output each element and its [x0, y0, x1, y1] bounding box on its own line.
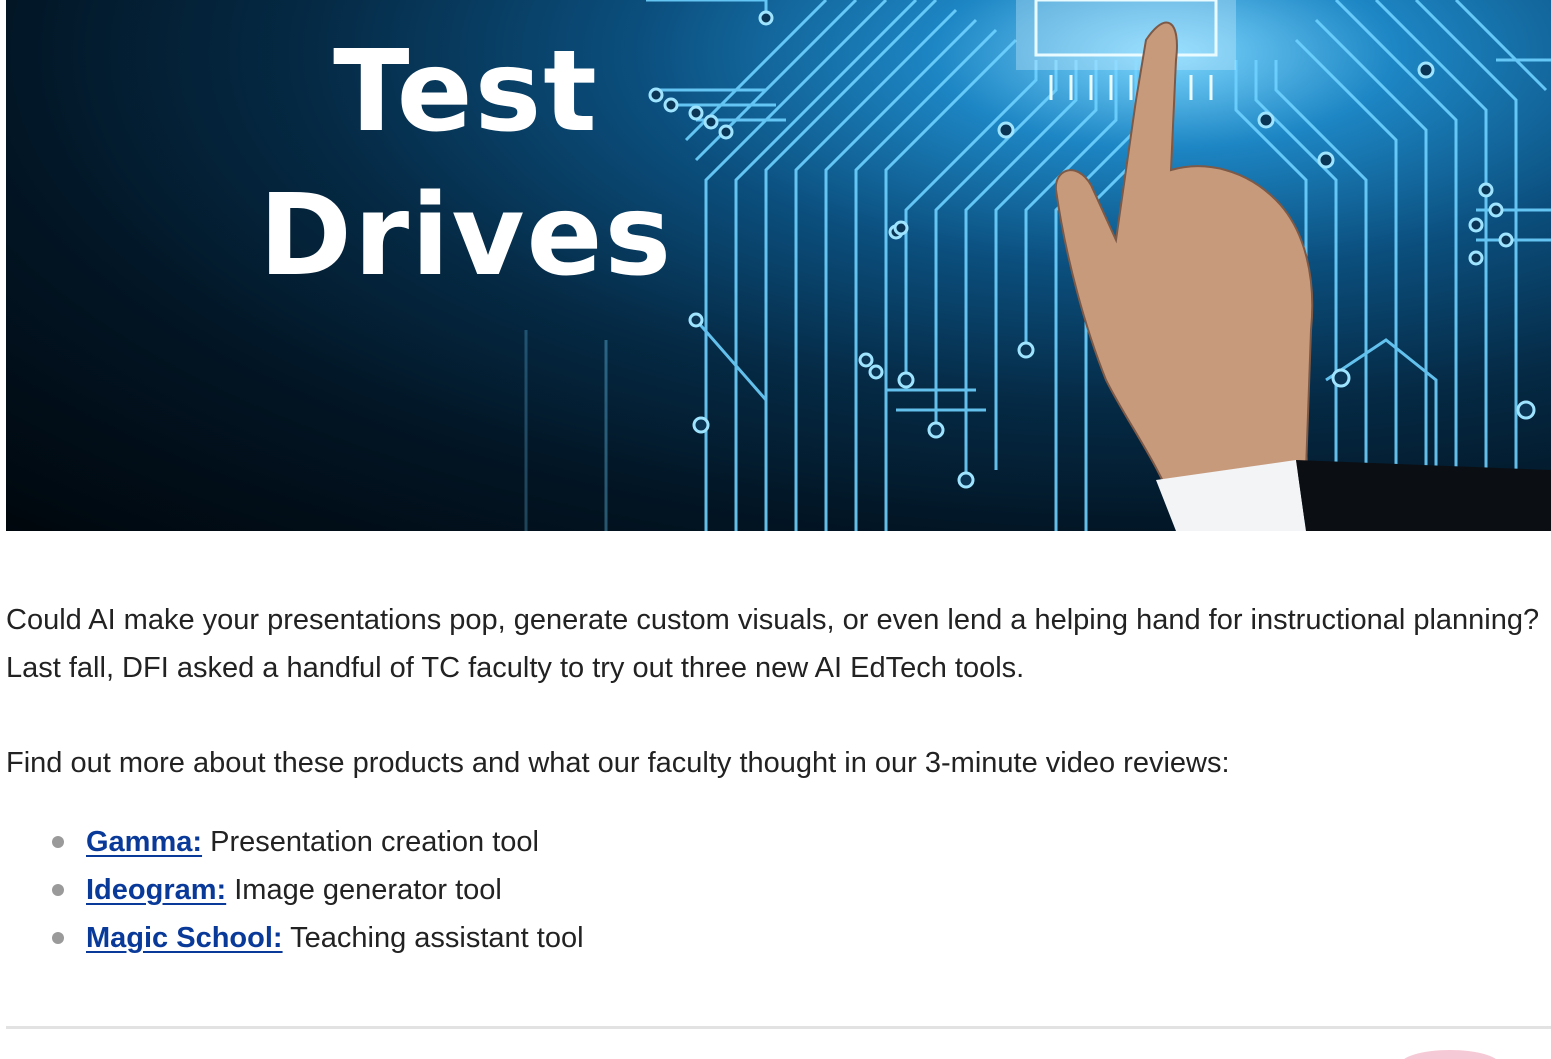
gamma-link[interactable]: Gamma: — [86, 826, 202, 858]
intro-paragraph: Could AI make your presentations pop, ge… — [6, 604, 1540, 684]
page: Test Drives Could AI make your presentat… — [0, 0, 1551, 1059]
bullet-icon — [52, 836, 64, 848]
video-reviews-paragraph: Find out more about these products and w… — [6, 747, 1230, 779]
hero-title-line-2: Drives — [258, 171, 674, 301]
hero-banner: Test Drives — [6, 0, 1551, 531]
list-item: Magic School: Teaching assistant tool — [6, 914, 584, 962]
tool-description: Teaching assistant tool — [290, 922, 584, 954]
list-item: Gamma: Presentation creation tool — [6, 818, 584, 866]
tool-description: Presentation creation tool — [210, 826, 539, 858]
section-divider — [6, 1026, 1551, 1029]
bullet-icon — [52, 884, 64, 896]
magic-school-link[interactable]: Magic School: — [86, 922, 283, 954]
ideogram-link[interactable]: Ideogram: — [86, 874, 226, 906]
tool-description: Image generator tool — [234, 874, 502, 906]
hero-title-line-1: Test — [333, 27, 599, 157]
decorative-shape — [1400, 1050, 1500, 1059]
list-item: Ideogram: Image generator tool — [6, 866, 584, 914]
tool-list: Gamma: Presentation creation tool Ideogr… — [6, 818, 584, 962]
bullet-icon — [52, 932, 64, 944]
